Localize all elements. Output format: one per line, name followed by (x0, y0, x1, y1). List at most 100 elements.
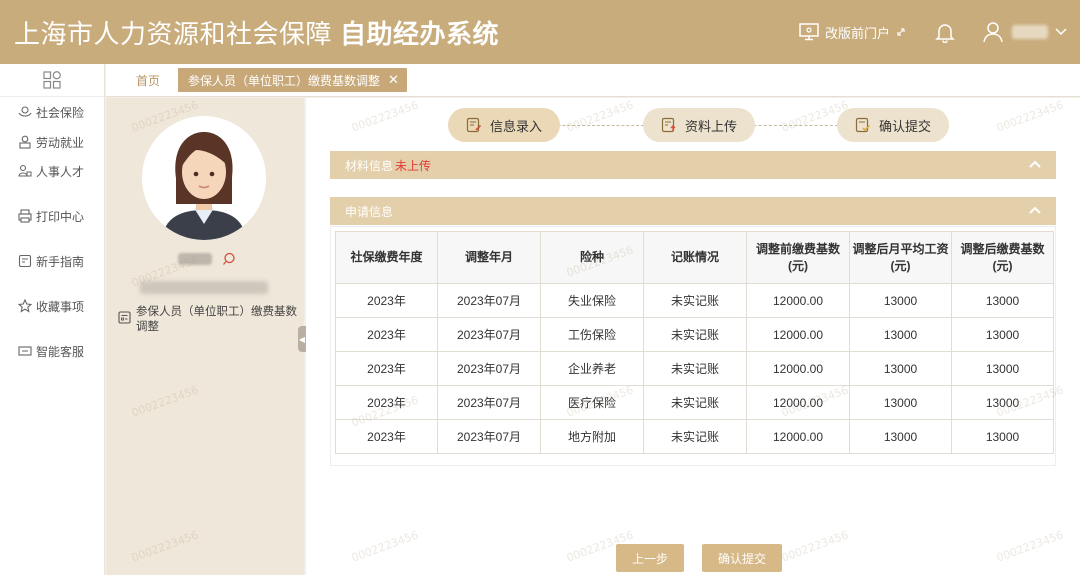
table-cell: 13000 (849, 419, 952, 454)
star-icon (18, 299, 32, 313)
avatar (142, 116, 266, 240)
step-confirm-submit[interactable]: 确认提交 (837, 108, 950, 142)
table-row: 2023年 2023年07月 地方附加 未实记账 12000.00 13000 13000 (335, 419, 1054, 454)
current-service-item[interactable]: 参保人员（单位职工）缴费基数调整 (118, 305, 298, 335)
previous-step-button[interactable]: 上一步 (616, 544, 684, 572)
apps-grid-icon[interactable] (0, 64, 104, 97)
table-cell: 13000 (849, 317, 952, 352)
profile-name (178, 252, 236, 266)
sidebar-item[interactable]: 新手指南 (0, 250, 84, 272)
close-icon[interactable]: ✕ (388, 72, 399, 88)
chevron-left-icon: ◀ (298, 334, 306, 344)
application-info-header[interactable]: 申请信息 (330, 197, 1056, 225)
sidebar-item-label: 劳动就业 (36, 135, 85, 150)
sidebar-item-label: 人事人才 (36, 164, 85, 179)
sidebar-item-label: 新手指南 (36, 254, 85, 269)
edit-form-icon (466, 117, 482, 133)
table-cell: 13000 (849, 385, 952, 420)
sidebar-item-label: 社会保险 (36, 105, 85, 120)
table-cell: 2023年 (335, 317, 438, 352)
action-bar: 上一步 确认提交 (306, 544, 1080, 572)
table-cell: 2023年07月 (437, 351, 541, 386)
table-cell: 2023年 (335, 351, 438, 386)
social-insurance-icon (18, 105, 32, 119)
chevron-up-icon[interactable] (1028, 205, 1042, 215)
chevron-down-icon (1055, 28, 1067, 36)
table-cell: 未实记账 (643, 283, 747, 318)
breadcrumb: 首页 参保人员（单位职工）缴费基数调整 ✕ (106, 64, 1080, 97)
collapse-panel-handle[interactable]: ◀ (298, 326, 306, 352)
application-table: 社保缴费年度 调整年月 险种 记账情况 调整前缴费基数(元) 调整后月平均工资(元) 调整后… (335, 231, 1054, 454)
sidebar-item[interactable]: 打印中心 (0, 205, 84, 227)
table-cell: 失业保险 (540, 283, 644, 318)
material-info-header[interactable]: 材料信息 未上传 (330, 151, 1056, 179)
sidebar: 社会保险劳动就业人事人才打印中心新手指南收藏事项智能客服 (0, 64, 105, 575)
search-icon[interactable] (222, 252, 236, 266)
table-cell: 工伤保险 (540, 317, 644, 352)
table-row: 2023年 2023年07月 企业养老 未实记账 12000.00 13000 13000 (335, 351, 1054, 386)
chevron-up-icon[interactable] (1028, 159, 1042, 169)
step-progress: 信息录入 资料上传 确认提交 (306, 108, 1080, 144)
table-cell: 12000.00 (746, 385, 850, 420)
table-header-cell: 记账情况 (643, 231, 747, 284)
table-cell: 2023年07月 (437, 385, 541, 420)
sidebar-item[interactable]: 劳动就业 (0, 131, 84, 153)
sidebar-item[interactable]: 智能客服 (0, 340, 84, 362)
form-icon (118, 311, 131, 324)
table-cell: 13000 (951, 351, 1054, 386)
table-cell: 医疗保险 (540, 385, 644, 420)
app-title: 上海市人力资源和社会保障 自助经办系统 (14, 14, 499, 51)
profile-name-redacted (178, 253, 212, 265)
step-material-upload[interactable]: 资料上传 (643, 108, 756, 142)
table-cell: 未实记账 (643, 419, 747, 454)
sidebar-item[interactable]: 社会保险 (0, 101, 84, 123)
table-header-cell: 调整年月 (437, 231, 541, 284)
app-title-light: 上海市人力资源和社会保障 (14, 18, 333, 49)
chat-icon (18, 344, 32, 358)
tab-payment-base-adjustment[interactable]: 参保人员（单位职工）缴费基数调整 ✕ (178, 68, 407, 92)
application-info-title: 申请信息 (345, 204, 394, 219)
user-name-redacted (1012, 25, 1048, 39)
breadcrumb-home[interactable]: 首页 (136, 72, 160, 89)
application-table-container: 社保缴费年度 调整年月 险种 记账情况 调整前缴费基数(元) 调整后月平均工资(元) 调整后… (330, 226, 1056, 466)
table-cell: 12000.00 (746, 419, 850, 454)
confirm-submit-button[interactable]: 确认提交 (702, 544, 782, 572)
table-cell: 12000.00 (746, 317, 850, 352)
table-row: 2023年 2023年07月 失业保险 未实记账 12000.00 13000 13000 (335, 283, 1054, 318)
table-row: 2023年 2023年07月 医疗保险 未实记账 12000.00 13000 13000 (335, 385, 1054, 420)
notification-bell-icon[interactable] (934, 21, 956, 43)
table-header-cell: 险种 (540, 231, 644, 284)
user-menu[interactable] (982, 20, 1068, 44)
step-label: 资料上传 (685, 118, 738, 134)
table-header-cell: 调整后月平均工资(元) (849, 231, 952, 284)
old-portal-link[interactable]: 改版前门户 (799, 23, 906, 42)
employment-icon (18, 135, 32, 149)
user-icon (983, 22, 1003, 43)
table-cell: 企业养老 (540, 351, 644, 386)
table-cell: 13000 (849, 283, 952, 318)
table-cell: 2023年 (335, 385, 438, 420)
table-cell: 2023年07月 (437, 419, 541, 454)
material-status: 未上传 (395, 158, 432, 173)
app-header: 上海市人力资源和社会保障 自助经办系统 改版前门户 (0, 0, 1080, 64)
table-cell: 12000.00 (746, 283, 850, 318)
talent-icon (18, 164, 32, 178)
table-cell: 13000 (951, 419, 1054, 454)
step-label: 确认提交 (879, 118, 932, 134)
table-cell: 12000.00 (746, 351, 850, 386)
old-portal-label: 改版前门户 (824, 25, 890, 41)
table-row: 2023年 2023年07月 工伤保险 未实记账 12000.00 13000 13000 (335, 317, 1054, 352)
table-cell: 2023年07月 (437, 317, 541, 352)
step-info-entry[interactable]: 信息录入 (448, 108, 561, 142)
sidebar-item[interactable]: 收藏事项 (0, 295, 84, 317)
current-service-label: 参保人员（单位职工）缴费基数调整 (136, 306, 297, 333)
sidebar-item[interactable]: 人事人才 (0, 160, 84, 182)
table-header-cell: 调整后缴费基数(元) (951, 231, 1054, 284)
monitor-icon (799, 23, 819, 41)
table-cell: 地方附加 (540, 419, 644, 454)
table-header-row: 社保缴费年度 调整年月 险种 记账情况 调整前缴费基数(元) 调整后月平均工资(元) 调整后… (335, 231, 1054, 284)
table-cell: 未实记账 (643, 317, 747, 352)
upload-doc-icon (661, 117, 676, 133)
step-label: 信息录入 (490, 118, 543, 134)
table-cell: 2023年07月 (437, 283, 541, 318)
